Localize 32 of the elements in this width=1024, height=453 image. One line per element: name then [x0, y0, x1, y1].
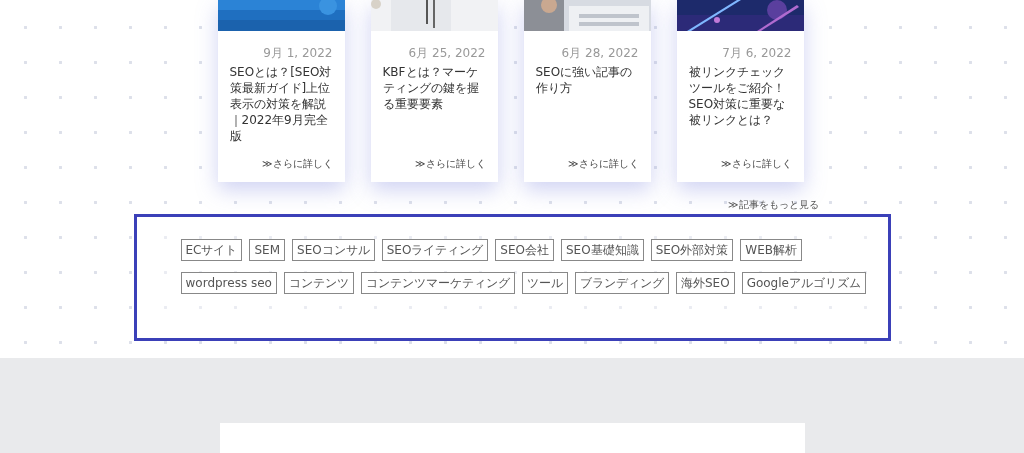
tag-link[interactable]: ブランディング: [574, 272, 669, 294]
read-more-link[interactable]: ≫さらに詳しく: [415, 158, 486, 170]
tag-link[interactable]: WEB解析: [740, 239, 802, 261]
read-more-link[interactable]: ≫さらに詳しく: [721, 158, 792, 170]
tag-link[interactable]: SEM: [249, 239, 286, 261]
post-title: SEOに強い記事の作り方: [535, 64, 634, 96]
tag-link[interactable]: コンテンツマーケティング: [360, 272, 515, 294]
tag-link[interactable]: wordpress seo: [180, 272, 277, 294]
article-card[interactable]: 7月 6, 2022 被リンクチェックツールをご紹介！SEO対策に重要な被リンクとは？ ≫さらに詳しく: [676, 0, 804, 182]
post-title: SEOとは？[SEO対策最新ガイド]上位表示の対策を解説｜2022年9月完全版: [229, 64, 333, 144]
article-card[interactable]: 6月 28, 2022 SEOに強い記事の作り方 ≫さらに詳しく: [523, 0, 651, 182]
read-more-link[interactable]: ≫さらに詳しく: [568, 158, 639, 170]
tag-link[interactable]: SEOライティング: [381, 239, 489, 261]
tag-link[interactable]: SEO会社: [495, 239, 554, 261]
read-more-link[interactable]: ≫さらに詳しく: [262, 158, 333, 170]
post-date: 6月 25, 2022: [408, 46, 486, 60]
post-title: KBFとは？マーケティングの鍵を握る重要要素: [382, 64, 480, 112]
more-articles-link[interactable]: ≫記事をもっと見る: [728, 198, 819, 212]
post-date: 7月 6, 2022: [722, 46, 792, 60]
tag-link[interactable]: ツール: [521, 272, 568, 294]
post-date: 9月 1, 2022: [263, 46, 333, 60]
article-card[interactable]: 9月 1, 2022 SEOとは？[SEO対策最新ガイド]上位表示の対策を解説｜2022年9月完全版 ≫さらに詳しく: [217, 0, 345, 182]
tag-link[interactable]: Googleアルゴリズム: [741, 272, 866, 294]
tag-link[interactable]: SEO外部対策: [650, 239, 734, 261]
tag-link[interactable]: SEO基礎知識: [561, 239, 644, 261]
post-date: 6月 28, 2022: [561, 46, 639, 60]
tag-link[interactable]: 海外SEO: [675, 272, 735, 294]
tag-link[interactable]: SEOコンサル: [292, 239, 375, 261]
tag-link[interactable]: ECサイト: [180, 239, 243, 261]
tag-link[interactable]: コンテンツ: [283, 272, 354, 294]
post-title: 被リンクチェックツールをご紹介！SEO対策に重要な被リンクとは？: [688, 64, 787, 128]
article-card[interactable]: 6月 25, 2022 KBFとは？マーケティングの鍵を握る重要要素 ≫さらに詳しく: [370, 0, 498, 182]
